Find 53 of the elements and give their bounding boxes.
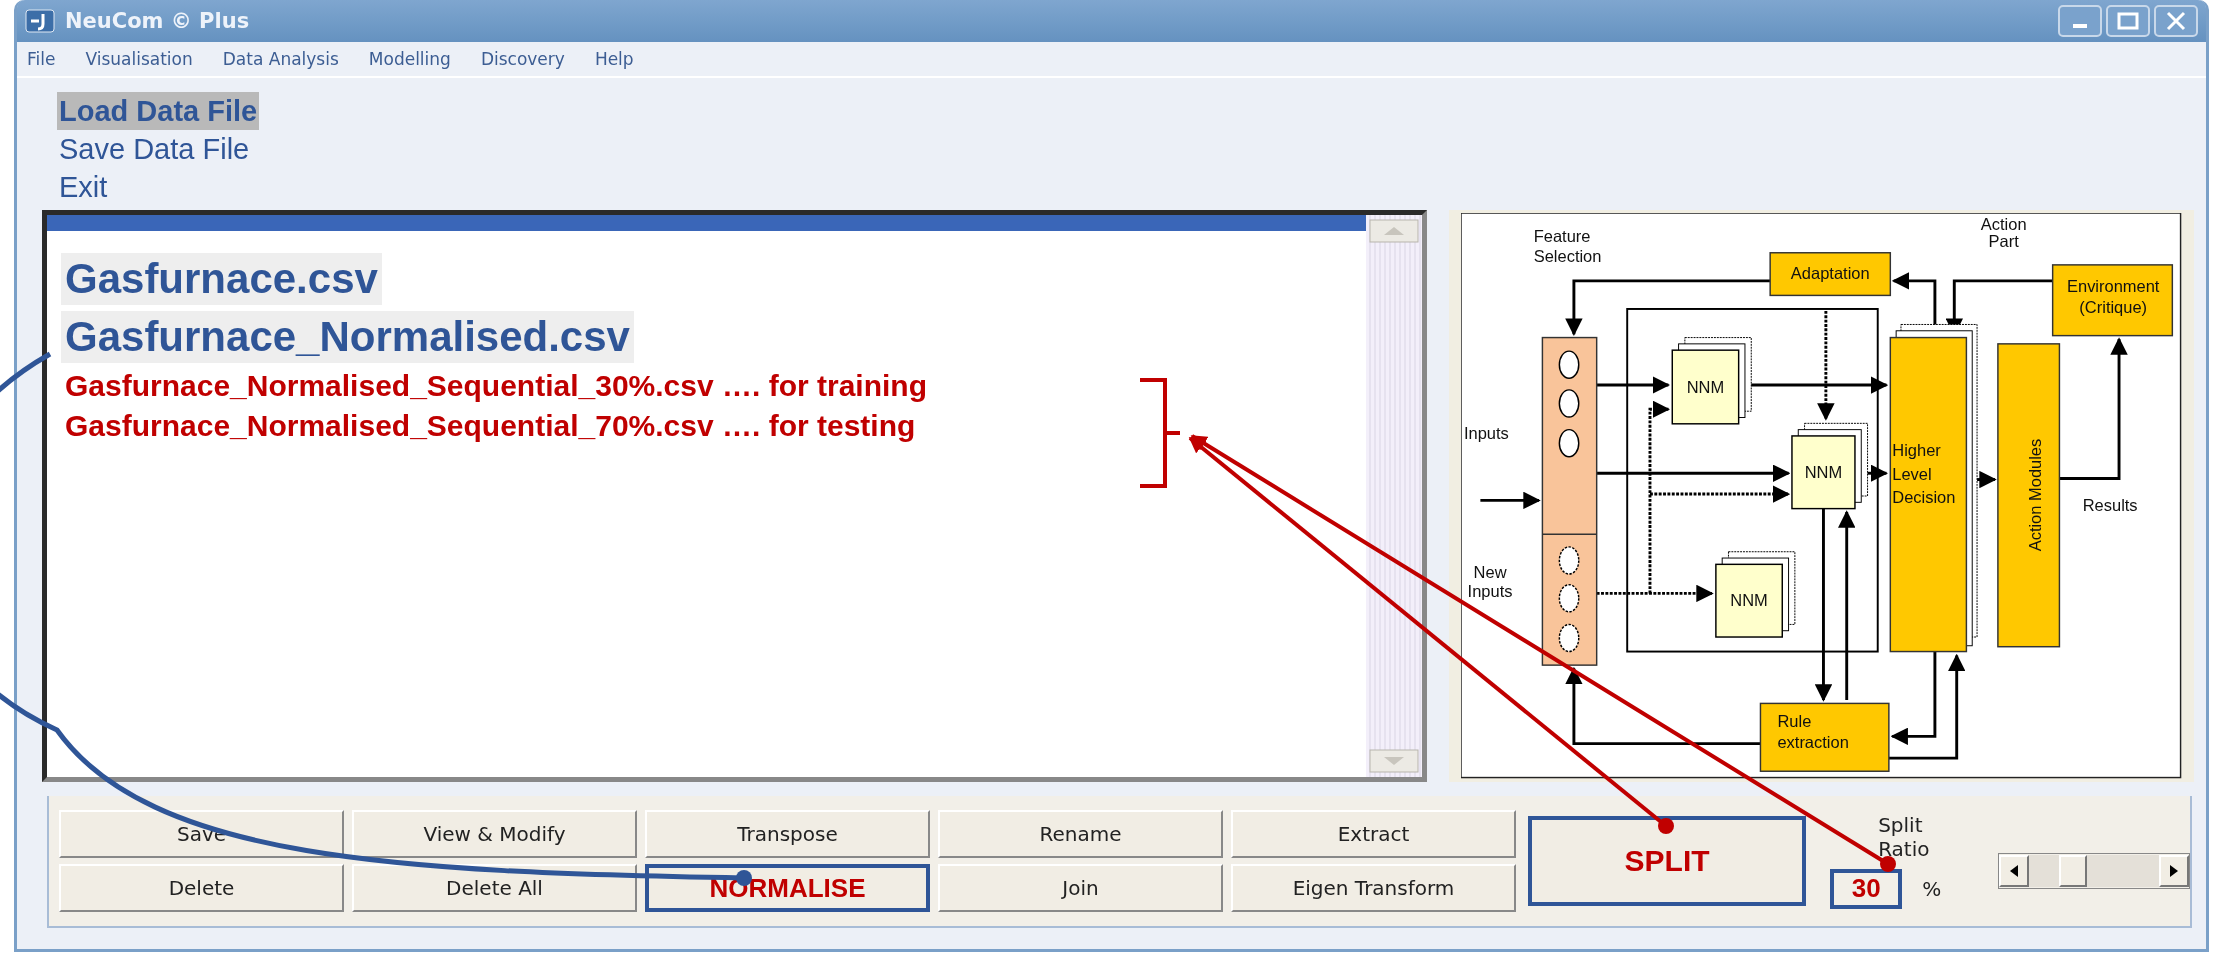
window-title: NeuCom © Plus <box>65 9 250 33</box>
split-ratio-value: 30 <box>1830 869 1903 909</box>
decision-label: Higher Level Decision <box>1891 440 1955 506</box>
scroll-up-icon[interactable] <box>1369 219 1419 243</box>
menu-entry[interactable]: Exit <box>57 168 110 206</box>
menu-item[interactable]: Help <box>594 49 634 69</box>
adaptation-label: Adaptation <box>1790 263 1870 282</box>
action-button[interactable]: Extract <box>1231 810 1516 858</box>
split-ratio-label: Split Ratio <box>1878 813 1931 861</box>
menu-item[interactable]: File <box>27 49 56 69</box>
action-button[interactable]: NORMALISE <box>645 864 930 912</box>
menu-entry[interactable]: Load Data File <box>57 92 260 130</box>
minimize-button[interactable] <box>2058 5 2102 37</box>
menu-item[interactable]: Discovery <box>480 49 565 69</box>
file-note: Gasfurnace_Normalised_Sequential_70%.csv …. for testing <box>64 409 916 443</box>
split-button[interactable]: SPLIT <box>1528 816 1807 906</box>
scrollbar[interactable] <box>1366 215 1422 777</box>
action-button[interactable]: Delete <box>59 864 344 912</box>
action-modules-label: Action Modules <box>2025 438 2044 551</box>
environment-label: Environment (Critique) <box>2066 276 2159 316</box>
action-button[interactable]: Rename <box>938 810 1223 858</box>
right-arrow-icon[interactable] <box>2168 864 2180 878</box>
nnm-label: NNM <box>1686 377 1724 396</box>
slider-left-button[interactable] <box>1999 855 2029 887</box>
app-icon <box>25 9 55 33</box>
menu-entry[interactable]: Save Data File <box>57 130 252 168</box>
close-button[interactable] <box>2154 5 2198 37</box>
action-part-label: Action Part <box>1980 214 2027 250</box>
action-button[interactable]: Join <box>938 864 1223 912</box>
nnm-label: NNM <box>1729 591 1768 609</box>
menu-item[interactable]: Data Analysis <box>222 49 339 69</box>
results-label: Results <box>2082 495 2138 514</box>
new-inputs-label: New Inputs <box>1467 562 1512 600</box>
rule-extraction-label: Rule extraction <box>1776 711 1849 751</box>
nnm-label: NNM <box>1804 462 1842 481</box>
left-arrow-icon[interactable] <box>2008 864 2020 878</box>
menu-item[interactable]: Modelling <box>368 49 451 69</box>
feature-selection-label: Feature Selection <box>1533 226 1601 265</box>
action-button[interactable]: Eigen Transform <box>1231 864 1516 912</box>
file-name[interactable]: Gasfurnace.csv <box>61 253 382 305</box>
scroll-down-icon[interactable] <box>1369 749 1419 773</box>
file-name[interactable]: Gasfurnace_Normalised.csv <box>61 311 634 363</box>
action-button[interactable]: Transpose <box>645 810 930 858</box>
arrow <box>1479 491 1541 509</box>
action-button[interactable]: View & Modify <box>352 810 637 858</box>
file-note: Gasfurnace_Normalised_Sequential_30%.csv …. for training <box>64 369 927 403</box>
slider-right-button[interactable] <box>2159 855 2189 887</box>
maximize-button[interactable] <box>2106 5 2150 37</box>
slider-thumb[interactable] <box>2059 855 2087 887</box>
percent-unit: % <box>1922 877 1942 901</box>
menu-item[interactable]: Visualisation <box>85 49 193 69</box>
action-button[interactable]: Delete All <box>352 864 637 912</box>
inputs-label: Inputs <box>1463 423 1509 442</box>
